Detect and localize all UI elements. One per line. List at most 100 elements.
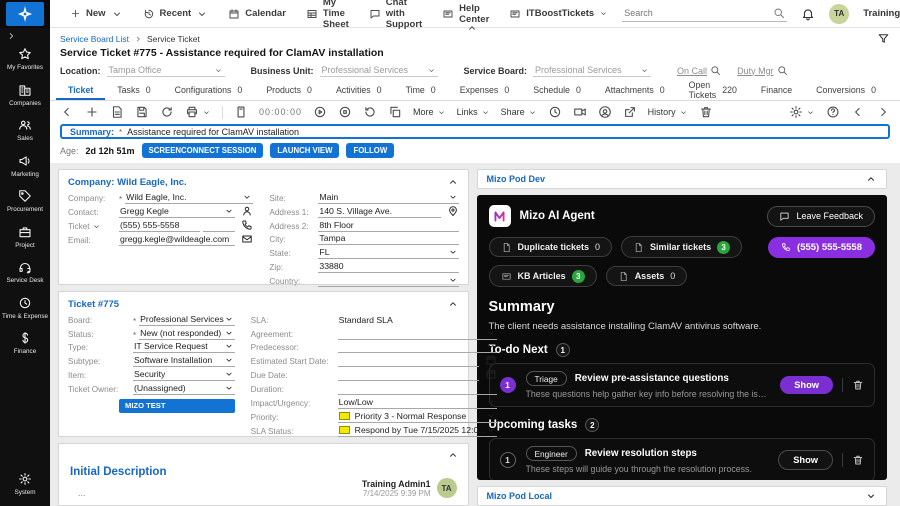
refresh-icon[interactable] [160,105,174,119]
search-icon[interactable] [777,65,788,76]
ticket-owner-value[interactable]: (Unassigned) [133,383,235,395]
phone-ext-field[interactable] [203,221,236,232]
sidebar-item-system[interactable]: System [0,466,50,502]
description-body[interactable]: ... [70,488,86,498]
note-icon[interactable] [110,105,124,119]
impact-urgency-value[interactable]: Low/Low [337,397,497,409]
assets-chip[interactable]: Assets 0 [605,266,688,286]
tab-time[interactable]: Time 0 [394,82,448,100]
subtype-value[interactable]: Software Installation [133,355,235,368]
company-value[interactable]: Wild Eagle, Inc. [125,192,254,204]
calendar-menu[interactable]: Calendar [228,8,286,20]
show-button[interactable]: Show [780,376,833,394]
type-value[interactable]: IT Service Request [133,341,235,354]
predecessor-value[interactable] [337,341,497,354]
more-menu[interactable]: More [413,107,446,117]
itboost-menu[interactable]: ITBoost [509,8,562,20]
tab-expenses[interactable]: Expenses 0 [448,82,522,100]
notifications-bell-icon[interactable] [801,7,815,21]
prev-record-icon[interactable] [851,105,865,119]
breadcrumb-service-board-list[interactable]: Service Board List [60,34,129,44]
screenconnect-session-button[interactable]: SCREENCONNECT SESSION [141,143,264,158]
search-icon[interactable] [710,65,721,76]
new-menu[interactable]: New [70,8,123,20]
mizo-pod-local-bar[interactable]: Mizo Pod Local [476,486,887,506]
history-menu[interactable]: History [648,107,688,117]
sla-status-value[interactable]: Respond by Tue 7/15/2025 12:0... [337,425,497,437]
item-value[interactable]: Security [133,369,235,381]
sidebar-item-procurement[interactable]: Procurement [0,183,50,219]
calendar-icon[interactable] [485,354,497,366]
trash-icon[interactable] [852,379,864,391]
timer-reset-icon[interactable] [363,105,377,119]
phone-value[interactable]: (555) 555-5558 [119,220,201,232]
open-in-new-icon[interactable] [623,105,637,119]
tab-schedule[interactable]: Schedule 0 [521,82,593,100]
links-menu[interactable]: Links [457,107,490,117]
board-value[interactable]: Professional Services [139,314,235,326]
map-pin-icon[interactable] [447,205,459,217]
tab-audit-trail[interactable]: Audit Trail [888,80,900,100]
collapse-icon[interactable] [447,449,459,461]
tab-configurations[interactable]: Configurations 0 [163,82,255,100]
duty-mgr-link[interactable]: Duty Mgr [737,66,774,76]
state-value[interactable]: FL [318,247,459,260]
account-dropdown[interactable]: Training [863,8,900,19]
tab-conversions[interactable]: Conversions 0 [804,82,888,100]
add-icon[interactable] [85,105,99,119]
timer-stop-icon[interactable] [338,105,352,119]
kb-articles-chip[interactable]: KB Articles 3 [488,265,597,287]
chat-with-support-menu[interactable]: Chat with Support [369,0,422,30]
tab-ticket[interactable]: Ticket [56,82,106,100]
due-date-value[interactable] [337,379,479,382]
trash-icon[interactable] [852,454,864,466]
zip-value[interactable]: 33880 [318,261,459,273]
on-call-link[interactable]: On Call [677,66,707,76]
address2-value[interactable]: 8th Floor [318,220,459,232]
sidebar-item-time-expense[interactable]: Time & Expense [0,290,50,326]
follow-button[interactable]: FOLLOW [346,143,395,158]
mizo-test-badge[interactable]: MIZO TEST [119,398,235,413]
tab-tasks[interactable]: Tasks 0 [105,82,162,100]
site-value[interactable]: Main [318,192,459,204]
ticket-section-title[interactable]: Ticket #775 [68,299,119,310]
settings-menu[interactable] [789,105,815,119]
filter-icon[interactable] [877,32,890,45]
back-icon[interactable] [60,105,74,119]
company-section-title[interactable]: Company: Wild Eagle, Inc. [68,177,187,188]
my-time-sheet-menu[interactable]: My Time Sheet [306,0,349,30]
schedule-clock-icon[interactable] [548,105,562,119]
copy-icon[interactable] [388,105,402,119]
email-value[interactable]: gregg.kegle@wildeagle.com [119,234,236,246]
timer-flag-icon[interactable] [234,105,248,119]
collapse-icon[interactable] [865,173,877,185]
summary-field[interactable]: Summary: Assistance required for ClamAV … [60,124,890,139]
mizo-pod-dev-bar[interactable]: Mizo Pod Dev [476,169,887,189]
leave-feedback-button[interactable]: Leave Feedback [767,205,875,227]
timer-start-icon[interactable] [313,105,327,119]
call-phone-button[interactable]: (555) 555-5558 [768,236,875,258]
contact-person-icon[interactable] [241,205,253,217]
sidebar-item-marketing[interactable]: Marketing [0,148,50,184]
search-scope-dropdown[interactable]: Tickets [562,8,609,19]
search-input[interactable] [624,8,768,18]
estimated-start-date-value[interactable] [337,365,479,368]
delete-trash-icon[interactable] [699,105,713,119]
meeting-video-icon[interactable] [573,105,587,119]
search-icon[interactable] [773,7,785,19]
chevron-down-icon[interactable] [92,222,101,231]
help-center-menu[interactable]: Help Center [442,3,489,30]
location-select[interactable]: Tampa Office [106,64,225,77]
phone-icon[interactable] [241,219,253,231]
owner-person-icon[interactable] [598,105,612,119]
sidebar-item-service-desk[interactable]: Service Desk [0,254,50,290]
collapse-icon[interactable] [447,176,459,188]
show-button[interactable]: Show [778,450,833,470]
chevron-down-icon[interactable] [865,490,877,502]
service-board-select[interactable]: Professional Services [533,64,652,77]
print-menu[interactable] [185,105,211,119]
tab-products[interactable]: Products 0 [254,82,324,100]
sidebar-item-project[interactable]: Project [0,219,50,255]
recent-menu[interactable]: Recent [143,8,209,20]
user-avatar[interactable]: TA [829,3,850,24]
